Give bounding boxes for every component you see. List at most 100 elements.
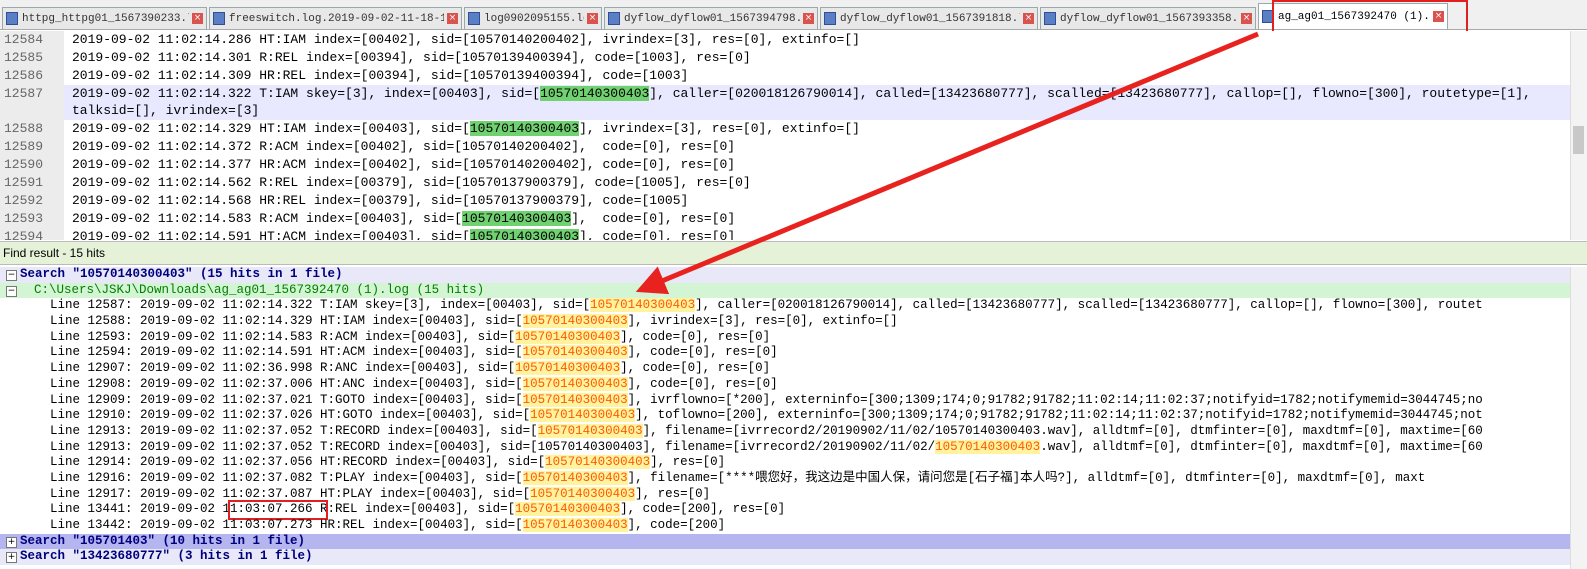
result-hit-line[interactable]: Line 13441: 2019-09-02 11:03:07.266 R:RE… [0, 500, 1587, 521]
close-icon[interactable]: × [192, 13, 203, 24]
find-results-pane[interactable]: − Search "10570140300403" (15 hits in 1 … [0, 267, 1587, 569]
hit-line-number: Line 12907: [50, 361, 141, 376]
result-hit-line[interactable]: Line 12593: 2019-09-02 11:02:14.583 R:AC… [0, 329, 1587, 346]
line-number: 12593 [0, 210, 64, 228]
text-segment: ], res=[0] [650, 455, 726, 470]
collapse-icon[interactable]: − [6, 285, 17, 297]
text-segment: ], code=[0], res=[0] [627, 345, 778, 360]
editor-line[interactable]: 12588 2019-09-02 11:02:14.329 HT:IAM inde… [0, 120, 1587, 138]
text-segment: 2019-09-02 11:02:14.583 R:ACM index=[004… [72, 211, 463, 226]
close-icon[interactable]: × [587, 13, 598, 24]
editor-line[interactable]: 12587 2019-09-02 11:02:14.322 T:IAM skey=… [0, 85, 1587, 120]
file-icon [6, 12, 18, 25]
line-number: 12588 [0, 120, 64, 138]
hit-line-number: Line 13441: [50, 502, 141, 517]
text-segment: ], res=[0] [635, 486, 711, 501]
text-segment: 2019-09-02 11:02:14.322 T:IAM skey=[3], … [140, 298, 591, 313]
result-hit-line[interactable]: Line 13442: 2019-09-02 11:03:07.273 HR:R… [0, 518, 1587, 534]
editor-line[interactable]: 12585 2019-09-02 11:02:14.301 R:REL index… [0, 49, 1587, 67]
search-group-header[interactable]: + Search "105701403" (10 hits in 1 file) [0, 533, 1587, 550]
result-hit-line[interactable]: Line 12907: 2019-09-02 11:02:36.998 R:AN… [0, 361, 1587, 377]
text-segment: 2019-09-02 11:02:14.329 HT:IAM index=[00… [140, 314, 523, 329]
search-group-header[interactable]: + Search "13423680777" (3 hits in 1 file… [0, 549, 1587, 566]
text-segment: ], code=[200] [627, 518, 726, 532]
search-match-highlight: 10570140300403 [590, 298, 696, 313]
result-hit-line[interactable]: Line 12910: 2019-09-02 11:02:37.026 HT:G… [0, 408, 1587, 424]
tab-label: dyflow_dyflow01_1567393358.log [1060, 12, 1238, 25]
editor-line[interactable]: 12590 2019-09-02 11:02:14.377 HR:ACM inde… [0, 156, 1587, 174]
text-segment: 2019-09-02 11:02:37.082 T:PLAY index=[00… [140, 470, 523, 485]
text-segment: ], filename=[****喂您好，我这边是中国人保，请问您是[石子福]本… [627, 470, 1426, 485]
editor-line[interactable]: 12586 2019-09-02 11:02:14.309 HR:REL inde… [0, 67, 1587, 85]
text-segment: 2019-09-02 11:02:14.583 R:ACM index=[004… [140, 329, 516, 344]
line-number: 12586 [0, 67, 64, 85]
result-hit-line[interactable]: Line 12913: 2019-09-02 11:02:37.052 T:RE… [0, 439, 1587, 456]
tab-3[interactable]: dyflow_dyflow01_1567394798.log× [604, 7, 818, 29]
text-segment: 2019-09-02 11:02:37.056 HT:RECORD index=… [140, 455, 546, 470]
result-hit-line[interactable]: Line 12908: 2019-09-02 11:02:37.006 HT:A… [0, 376, 1587, 393]
line-text: 2019-09-02 11:02:14.583 R:ACM index=[004… [64, 210, 1542, 228]
editor-line[interactable]: 12589 2019-09-02 11:02:14.372 R:ACM index… [0, 138, 1587, 156]
result-hit-line[interactable]: Line 12913: 2019-09-02 11:02:37.052 T:RE… [0, 423, 1587, 440]
line-number: 12591 [0, 174, 64, 192]
close-icon[interactable]: × [447, 13, 458, 24]
editor-line[interactable]: 12594 2019-09-02 11:02:14.591 HT:ACM inde… [0, 228, 1587, 240]
search-group-header[interactable]: − Search "10570140300403" (15 hits in 1 … [0, 267, 1587, 283]
search-match-highlight: 10570140300403 [515, 329, 621, 344]
line-text: 2019-09-02 11:02:14.329 HT:IAM index=[00… [64, 120, 1542, 138]
result-hit-line[interactable]: Line 12914: 2019-09-02 11:02:37.056 HT:R… [0, 455, 1587, 471]
tab-label: freeswitch.log.2019-09-02-11-18-14.1 [229, 12, 444, 25]
text-segment: ], code=[200], res=[0] [620, 502, 786, 517]
search-match-highlight: 10570140300403 [522, 345, 628, 360]
line-text: 2019-09-02 11:02:14.591 HT:ACM index=[00… [64, 228, 1542, 240]
editor-line[interactable]: 12592 2019-09-02 11:02:14.568 HR:REL inde… [0, 192, 1587, 210]
hit-line-number: Line 12588: [50, 314, 141, 329]
editor-line[interactable]: 12591 2019-09-02 11:02:14.562 R:REL index… [0, 174, 1587, 192]
search-match-highlight: 10570140300403 [522, 376, 628, 391]
close-icon[interactable]: × [1241, 13, 1252, 24]
search-match-highlight: 10570140300403 [545, 455, 651, 470]
scrollbar-thumb[interactable] [1573, 126, 1584, 154]
tab-1[interactable]: freeswitch.log.2019-09-02-11-18-14.1 × [209, 7, 462, 29]
result-hit-line[interactable]: Line 12909: 2019-09-02 11:02:37.021 T:GO… [0, 392, 1587, 409]
search-match-highlight: 10570140300403 [522, 314, 628, 329]
result-hit-line[interactable]: Line 12916: 2019-09-02 11:02:37.082 T:PL… [0, 470, 1587, 487]
search-match-highlight: 10570140300403 [537, 423, 643, 438]
tab-5[interactable]: dyflow_dyflow01_1567393358.log× [1040, 7, 1256, 29]
result-file-header[interactable]: − C:\Users\JSKJ\Downloads\ag_ag01_156739… [0, 282, 1587, 299]
tab-2[interactable]: log0902095155.log× [464, 7, 602, 29]
result-hit-line[interactable]: Line 12587: 2019-09-02 11:02:14.322 T:IA… [0, 298, 1587, 314]
editor-pane[interactable]: 12584 2019-09-02 11:02:14.286 HT:IAM inde… [0, 31, 1587, 240]
collapse-icon[interactable]: − [6, 270, 17, 281]
text-segment: 2019-09-02 11:02:14.591 HT:ACM index=[00… [72, 229, 470, 240]
tab-4[interactable]: dyflow_dyflow01_1567391818.log × [820, 7, 1038, 29]
editor-line[interactable]: 12593 2019-09-02 11:02:14.583 R:ACM index… [0, 210, 1587, 228]
tab-6[interactable]: ag_ag01_1567392470 (1).log× [1258, 3, 1448, 29]
tab-label: httpg_httpg01_1567390233.log [22, 12, 189, 25]
expand-icon[interactable]: + [6, 552, 17, 564]
text-segment: ], ivrflowno=[*200], externinfo=[300;130… [627, 392, 1483, 407]
close-icon[interactable]: × [1433, 11, 1444, 22]
text-segment: ], caller=[020018126790014], called=[134… [695, 298, 1483, 313]
line-text: 2019-09-02 11:02:14.568 HR:REL index=[00… [72, 193, 689, 208]
search-match-highlight: 10570140300403 [522, 392, 628, 407]
line-number: 12592 [0, 192, 64, 210]
tab-0[interactable]: httpg_httpg01_1567390233.log × [2, 7, 207, 29]
editor-line[interactable]: 12584 2019-09-02 11:02:14.286 HT:IAM inde… [0, 31, 1587, 49]
result-hit-line[interactable]: Line 12594: 2019-09-02 11:02:14.591 HT:A… [0, 345, 1587, 361]
result-hit-line[interactable]: Line 12588: 2019-09-02 11:02:14.329 HT:I… [0, 314, 1587, 330]
search-match-highlight: 10570140300403 [530, 486, 636, 501]
close-icon[interactable]: × [1023, 13, 1034, 24]
search-match-highlight: 10570140300403 [515, 361, 621, 376]
line-text: 2019-09-02 11:02:14.301 R:REL index=[003… [72, 50, 751, 65]
close-icon[interactable]: × [803, 13, 814, 24]
hit-line-number: Line 12916: [50, 470, 141, 485]
text-segment: 2019-09-02 11:02:14.322 T:IAM skey=[3], … [72, 86, 541, 101]
results-vertical-scrollbar[interactable] [1570, 267, 1587, 569]
line-text: 2019-09-02 11:02:14.372 R:ACM index=[004… [72, 139, 736, 154]
editor-vertical-scrollbar[interactable] [1570, 31, 1587, 240]
hit-line-number: Line 12913: [50, 423, 141, 438]
line-text: 2019-09-02 11:02:14.286 HT:IAM index=[00… [72, 32, 860, 47]
hit-line-number: Line 12914: [50, 455, 141, 470]
expand-icon[interactable]: + [6, 536, 17, 548]
